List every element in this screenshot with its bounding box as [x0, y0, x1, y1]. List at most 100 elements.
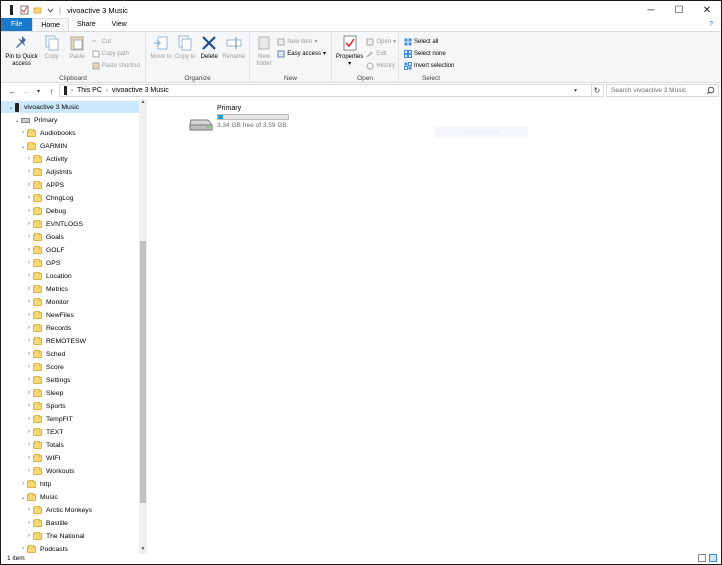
tree-item-folder[interactable]: › GPS — [1, 257, 139, 269]
expand-chevron-icon[interactable]: › — [25, 182, 33, 188]
paste-shortcut-button[interactable]: Paste shortcut — [92, 60, 140, 71]
expand-chevron-icon[interactable]: › — [25, 403, 33, 409]
tree-item-folder[interactable]: › Bastille — [1, 517, 139, 529]
breadcrumb-this-pc[interactable]: This PC — [77, 87, 102, 94]
tree-item-folder[interactable]: › TEXT — [1, 426, 139, 438]
expand-chevron-icon[interactable]: › — [25, 312, 33, 318]
tiles-view-icon[interactable] — [709, 554, 717, 562]
address-dropdown-icon[interactable]: ▾ — [574, 87, 577, 94]
customize-toolbar-icon[interactable] — [46, 5, 55, 15]
tree-item-folder[interactable]: › Records — [1, 322, 139, 334]
tree-item-folder[interactable]: › EVNTLOGS — [1, 218, 139, 230]
expand-chevron-icon[interactable]: › — [19, 546, 27, 552]
expand-chevron-icon[interactable]: › — [25, 195, 33, 201]
details-view-icon[interactable] — [698, 554, 706, 562]
tree-item-folder[interactable]: › Sports — [1, 400, 139, 412]
breadcrumb-device[interactable]: vivoactive 3 Music — [112, 87, 169, 94]
collapse-chevron-icon[interactable]: ⌄ — [19, 494, 27, 501]
expand-chevron-icon[interactable]: › — [25, 273, 33, 279]
tree-item-folder[interactable]: › TempFIT — [1, 413, 139, 425]
tree-item-folder[interactable]: › Metrics — [1, 283, 139, 295]
tree-item-folder[interactable]: › REMOTESW — [1, 335, 139, 347]
tree-item-folder[interactable]: › Adjstmts — [1, 166, 139, 178]
tab-view[interactable]: View — [104, 18, 135, 31]
expand-chevron-icon[interactable]: › — [25, 286, 33, 292]
expand-chevron-icon[interactable]: › — [25, 390, 33, 396]
minimize-button[interactable]: ─ — [637, 1, 665, 19]
tab-share[interactable]: Share — [69, 18, 104, 31]
tree-item-folder[interactable]: › Activity — [1, 153, 139, 165]
close-button[interactable]: ✕ — [693, 1, 721, 19]
expand-chevron-icon[interactable]: › — [19, 481, 27, 487]
expand-chevron-icon[interactable]: › — [25, 416, 33, 422]
expand-chevron-icon[interactable]: › — [25, 507, 33, 513]
select-all-button[interactable]: Select all — [404, 36, 454, 47]
tree-item-folder[interactable]: › GOLF — [1, 244, 139, 256]
expand-chevron-icon[interactable]: › — [25, 429, 33, 435]
tree-item-http[interactable]: › http — [1, 478, 139, 490]
cut-button[interactable]: ✂ Cut — [92, 36, 140, 47]
drive-tile-primary[interactable]: Primary 3.34 GB free of 3.59 GB — [188, 105, 308, 135]
expand-chevron-icon[interactable]: › — [25, 533, 33, 539]
expand-chevron-icon[interactable]: › — [25, 351, 33, 357]
expand-chevron-icon[interactable]: › — [25, 325, 33, 331]
tree-item-primary[interactable]: ⌄ Primary — [1, 114, 139, 126]
tree-item-folder[interactable]: › APPS — [1, 179, 139, 191]
select-none-button[interactable]: Select none — [404, 48, 454, 59]
tree-item-folder[interactable]: › NewFiles — [1, 309, 139, 321]
tree-item-folder[interactable]: › Goals — [1, 231, 139, 243]
scroll-up-icon[interactable]: ▲ — [139, 99, 147, 107]
tree-item-folder[interactable]: › Sleep — [1, 387, 139, 399]
recent-locations-button[interactable]: ▾ — [33, 85, 44, 97]
expand-chevron-icon[interactable]: › — [25, 468, 33, 474]
tree-item-garmin[interactable]: ⌄ GARMIN — [1, 140, 139, 152]
expand-chevron-icon[interactable]: › — [19, 130, 27, 136]
tree-item-folder[interactable]: › Location — [1, 270, 139, 282]
tree-item-folder[interactable]: › Settings — [1, 374, 139, 386]
content-pane[interactable]: Primary 3.34 GB free of 3.59 GB Restore … — [148, 99, 721, 554]
tree-item-folder[interactable]: › WIFI — [1, 452, 139, 464]
back-button[interactable]: ← — [7, 85, 18, 97]
edit-button[interactable]: Edit — [366, 48, 396, 59]
expand-chevron-icon[interactable]: › — [25, 299, 33, 305]
tree-item-folder[interactable]: › Sched — [1, 348, 139, 360]
expand-chevron-icon[interactable]: › — [25, 364, 33, 370]
expand-chevron-icon[interactable]: › — [25, 156, 33, 162]
help-button[interactable]: ? — [709, 21, 713, 28]
collapse-chevron-icon[interactable]: ⌄ — [7, 104, 15, 111]
easy-access-button[interactable]: Easy access ▾ — [277, 48, 326, 59]
tree-item-folder[interactable]: › Monitor — [1, 296, 139, 308]
search-input[interactable]: Search vivoactive 3 Music — [606, 84, 719, 97]
tree-item-folder[interactable]: › Debug — [1, 205, 139, 217]
expand-chevron-icon[interactable]: › — [25, 377, 33, 383]
history-button[interactable]: History — [366, 60, 396, 71]
properties-icon[interactable] — [20, 5, 29, 15]
expand-chevron-icon[interactable]: › — [25, 247, 33, 253]
open-button[interactable]: Open ▾ — [366, 36, 396, 47]
tree-item-folder[interactable]: › Workouts — [1, 465, 139, 477]
navigation-pane[interactable]: ⌄ vivoactive 3 Music ⌄ Primary › Audiobo… — [1, 99, 147, 554]
new-item-button[interactable]: New item ▾ — [277, 36, 326, 47]
up-button[interactable]: ↑ — [46, 85, 57, 97]
forward-button[interactable]: → — [20, 85, 31, 97]
expand-chevron-icon[interactable]: › — [25, 260, 33, 266]
copy-path-button[interactable]: Copy path — [92, 48, 140, 59]
expand-chevron-icon[interactable]: › — [25, 234, 33, 240]
invert-selection-button[interactable]: Invert selection — [404, 60, 454, 71]
scrollbar-thumb[interactable] — [140, 241, 146, 503]
expand-chevron-icon[interactable]: › — [25, 221, 33, 227]
new-folder-icon[interactable] — [33, 5, 42, 15]
tab-home[interactable]: Home — [32, 18, 69, 31]
tree-item-folder[interactable]: › The National — [1, 530, 139, 542]
expand-chevron-icon[interactable]: › — [25, 520, 33, 526]
tree-item-folder[interactable]: › Score — [1, 361, 139, 373]
maximize-button[interactable]: ☐ — [665, 1, 693, 19]
expand-chevron-icon[interactable]: › — [25, 338, 33, 344]
collapse-chevron-icon[interactable]: ⌄ — [13, 117, 21, 124]
tree-item-folder[interactable]: › ChngLog — [1, 192, 139, 204]
address-field[interactable]: › This PC › vivoactive 3 Music ▾ — [59, 84, 592, 97]
refresh-button[interactable]: ↻ — [591, 84, 604, 97]
tree-item-folder[interactable]: › Totals — [1, 439, 139, 451]
expand-chevron-icon[interactable]: › — [25, 169, 33, 175]
tree-item-folder[interactable]: › Arctic Monkeys — [1, 504, 139, 516]
